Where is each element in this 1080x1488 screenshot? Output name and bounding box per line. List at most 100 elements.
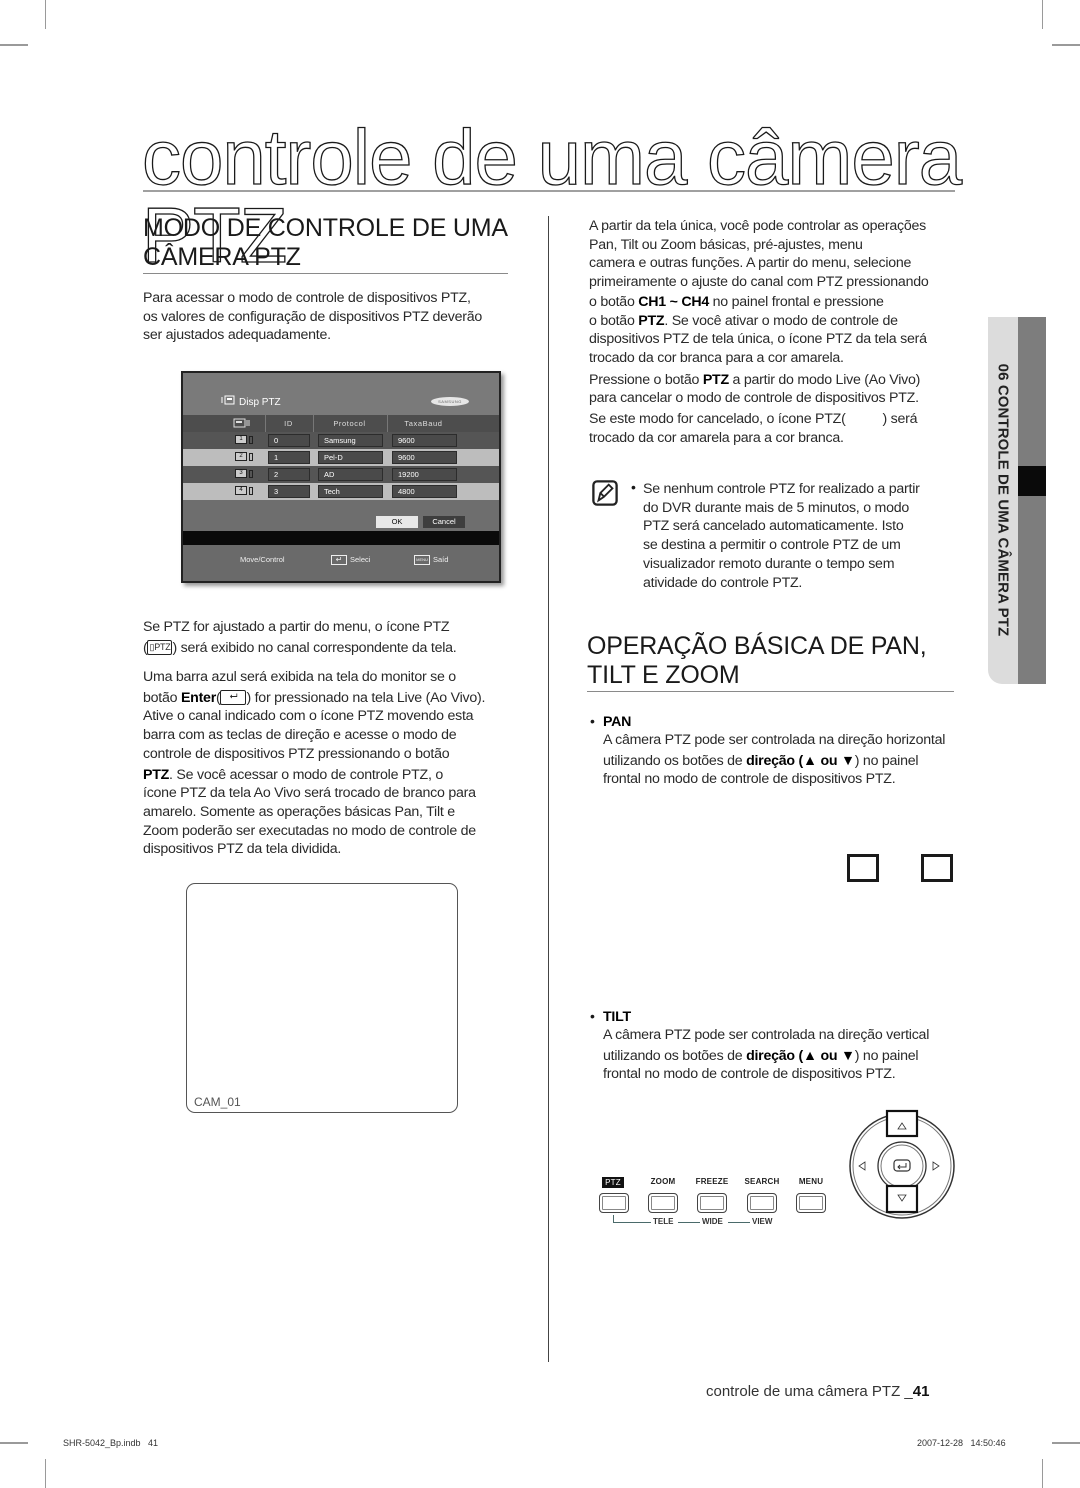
text-span: ) no painel	[854, 752, 919, 769]
ptz-bold: PTZ	[638, 312, 665, 329]
text-span: ) será exibido no canal correspondente d…	[172, 639, 457, 656]
text-span: o botão	[589, 312, 639, 329]
id-field[interactable]: 2	[268, 468, 310, 481]
placeholder-box	[921, 854, 953, 882]
tilt-subheading: TILT	[603, 1009, 631, 1025]
text-line: botão Enter(⮠) for pressionado na tela L…	[143, 689, 486, 706]
text-line: frontal no modo de controle de dispositi…	[603, 771, 896, 788]
freeze-button-label: FREEZE	[695, 1177, 729, 1186]
tele-label: TELE	[653, 1217, 674, 1226]
pan-subheading: PAN	[603, 714, 632, 730]
text-line: Uma barra azul será exibida na tela do m…	[143, 669, 456, 685]
text-line: ícone PTZ da tela Ao Vivo será trocado d…	[143, 785, 476, 802]
baudrate-field[interactable]: 9600	[392, 434, 457, 447]
bullet: •	[631, 479, 636, 495]
text-line: para cancelar o modo de controle de disp…	[589, 390, 919, 407]
enter-key-icon: ⮠	[220, 690, 247, 706]
text-line: Zoom poderão ser executadas no modo de c…	[143, 822, 476, 839]
text-line: atividade do controle PTZ.	[643, 574, 803, 591]
protocol-field[interactable]: Tech	[318, 485, 383, 498]
text-line: (▯PTZ) será exibido no canal corresponde…	[143, 639, 457, 656]
chapter-tab-text: 06 CONTROLE DE UMA CÂMERA PTZ	[994, 363, 1012, 637]
text-line: o botão PTZ. Se você ativar o modo de co…	[589, 312, 929, 331]
id-field[interactable]: 0	[268, 434, 310, 447]
table-row[interactable]: 1 0 Samsung 9600	[183, 432, 499, 449]
enter-icon	[897, 1163, 907, 1170]
id-field[interactable]: 3	[268, 485, 310, 498]
right-intro-paragraph: A partir da tela única, você pode contro…	[589, 217, 929, 447]
footer-exit: MENU Saíd	[414, 554, 448, 566]
text-line: primeiramente o ajuste do canal com PTZ …	[589, 274, 929, 291]
enter-paragraph: Uma barra azul será exibida na tela do m…	[143, 668, 485, 859]
table-row[interactable]: 4 3 Tech 4800	[183, 483, 499, 500]
heading-line: TILT E ZOOM	[587, 661, 740, 689]
text-span: Pressione o botão	[589, 371, 703, 388]
intro-paragraph: Para acessar o modo de controle de dispo…	[143, 289, 482, 345]
text-span: ) no painel	[854, 1047, 919, 1064]
enter-icon	[893, 1159, 911, 1172]
camera-icon	[249, 436, 253, 444]
freeze-button[interactable]	[697, 1193, 727, 1213]
search-button-label: SEARCH	[744, 1177, 780, 1186]
crop-mark	[0, 1442, 28, 1444]
dvr-ptz-menu-screenshot: Disp PTZ SAMSUNG ID Protocol TaxaBaud 1 …	[181, 371, 501, 583]
samsung-logo: SAMSUNG	[431, 397, 469, 406]
footer-label: controle de uma câmera PTZ _	[706, 1383, 913, 1400]
baudrate-field[interactable]: 4800	[392, 485, 457, 498]
section-heading-mode: MODO DE CONTROLE DE UMA CÂMERA PTZ	[143, 214, 508, 272]
text-line: visualizador remoto durante o tempo sem	[643, 555, 895, 572]
text-line: dispositivos PTZ de tela única, o ícone …	[589, 331, 927, 348]
direction-bold: direção (▲ ou ▼	[746, 752, 855, 769]
text-line: Ative o canal indicado com o ícone PTZ m…	[143, 708, 474, 725]
crop-mark	[1042, 1459, 1043, 1488]
menu-button[interactable]	[796, 1193, 826, 1213]
tilt-paragraph: A câmera PTZ pode ser controlada na dire…	[603, 1026, 929, 1084]
text-span: utilizando os botões de	[603, 752, 747, 769]
heading-line: CÂMERA PTZ	[143, 243, 301, 271]
menu-header	[183, 373, 499, 415]
text-line: A câmera PTZ pode ser controlada na dire…	[603, 1027, 930, 1043]
chapter-tab-marker	[1018, 466, 1046, 496]
ptz-button[interactable]	[599, 1193, 629, 1213]
column-header-baudrate: TaxaBaud	[387, 415, 459, 432]
protocol-field[interactable]: Samsung	[318, 434, 383, 447]
camera-preview-label: CAM_01	[194, 1095, 241, 1109]
id-field[interactable]: 1	[268, 451, 310, 464]
camera-preview	[186, 883, 458, 1113]
note-icon	[592, 480, 618, 506]
text-line: amarelo. Somente as operações básicas Pa…	[143, 803, 455, 820]
text-line: frontal no modo de controle de dispositi…	[603, 1066, 896, 1083]
ch-bold: CH1 ~ CH4	[638, 293, 709, 310]
zoom-button[interactable]	[648, 1193, 678, 1213]
connector-line	[613, 1222, 651, 1223]
chapter-tab-strip	[1018, 317, 1046, 684]
baudrate-field[interactable]: 19200	[392, 468, 457, 481]
ok-button[interactable]: OK	[376, 516, 418, 528]
text-line: barra com as teclas de direção e acesse …	[143, 727, 457, 744]
protocol-field[interactable]: AD	[318, 468, 383, 481]
direction-pad[interactable]	[846, 1108, 958, 1224]
direction-bold: direção (▲ ou ▼	[746, 1047, 855, 1064]
pan-paragraph: A câmera PTZ pode ser controlada na dire…	[603, 731, 945, 789]
cancel-button[interactable]: Cancel	[423, 516, 465, 528]
text-span: no painel frontal e pressione	[708, 293, 884, 310]
text-line: trocado da cor amarela para a cor branca…	[589, 429, 844, 446]
text-span: . Se você acessar o modo de controle PTZ…	[169, 766, 443, 783]
crop-mark	[1042, 0, 1043, 29]
search-button[interactable]	[747, 1193, 777, 1213]
baudrate-field[interactable]: 9600	[392, 451, 457, 464]
title-rule	[143, 190, 955, 192]
table-row[interactable]: 3 2 AD 19200	[183, 466, 499, 483]
note-paragraph: Se nenhum controle PTZ for realizado a p…	[643, 480, 920, 592]
print-slug-datetime: 2007-12-28 14:50:46	[917, 1438, 1006, 1448]
table-row[interactable]: 2 1 Pel-D 9600	[183, 449, 499, 466]
crop-mark	[1052, 1442, 1080, 1444]
protocol-field[interactable]: Pel-D	[318, 451, 383, 464]
select-label: Seleci	[350, 555, 371, 564]
text-line: Se PTZ for ajustado a partir do menu, o …	[143, 619, 450, 635]
enter-ring	[877, 1141, 927, 1191]
text-line: utilizando os botões de direção (▲ ou ▼)…	[603, 752, 945, 771]
text-line: o botão CH1 ~ CH4 no painel frontal e pr…	[589, 293, 929, 312]
channel-badge: 4	[235, 486, 247, 495]
text-line: utilizando os botões de direção (▲ ou ▼)…	[603, 1047, 929, 1066]
